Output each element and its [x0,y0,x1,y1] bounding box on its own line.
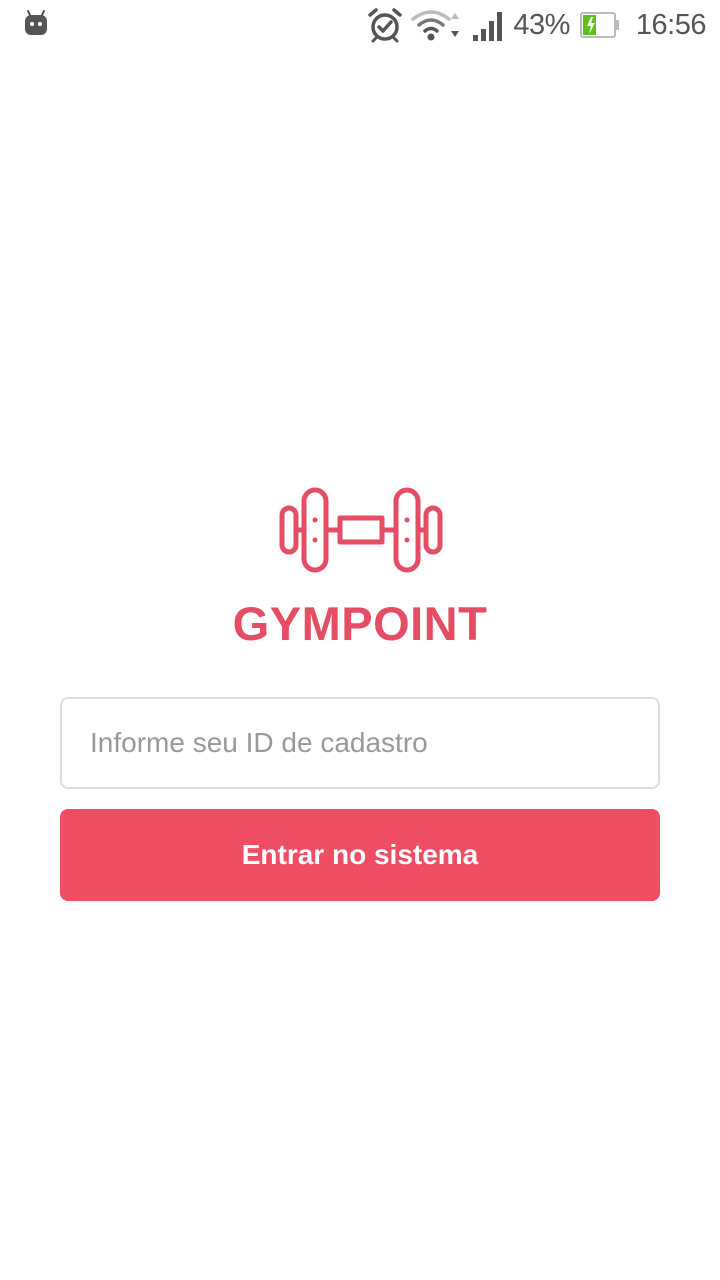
login-screen: 43% 16:56 GYMPOINT Informe seu ID de cad… [0,0,720,1280]
alarm-clock-icon [368,8,403,43]
wifi-icon [411,10,460,41]
cell-signal-icon [473,12,503,41]
battery-percentage: 43% [513,8,570,41]
registration-id-input[interactable] [60,697,660,789]
brand-title: GYMPOINT [232,597,488,650]
android-icon [25,10,47,35]
login-button[interactable]: Entrar no sistema [60,809,660,901]
battery-charging-icon [579,12,619,38]
status-clock: 16:56 [635,8,707,41]
dumbbell-icon [279,487,443,573]
status-bar: 43% 16:56 [0,0,720,50]
status-icons: 43% 16:56 [367,0,707,50]
